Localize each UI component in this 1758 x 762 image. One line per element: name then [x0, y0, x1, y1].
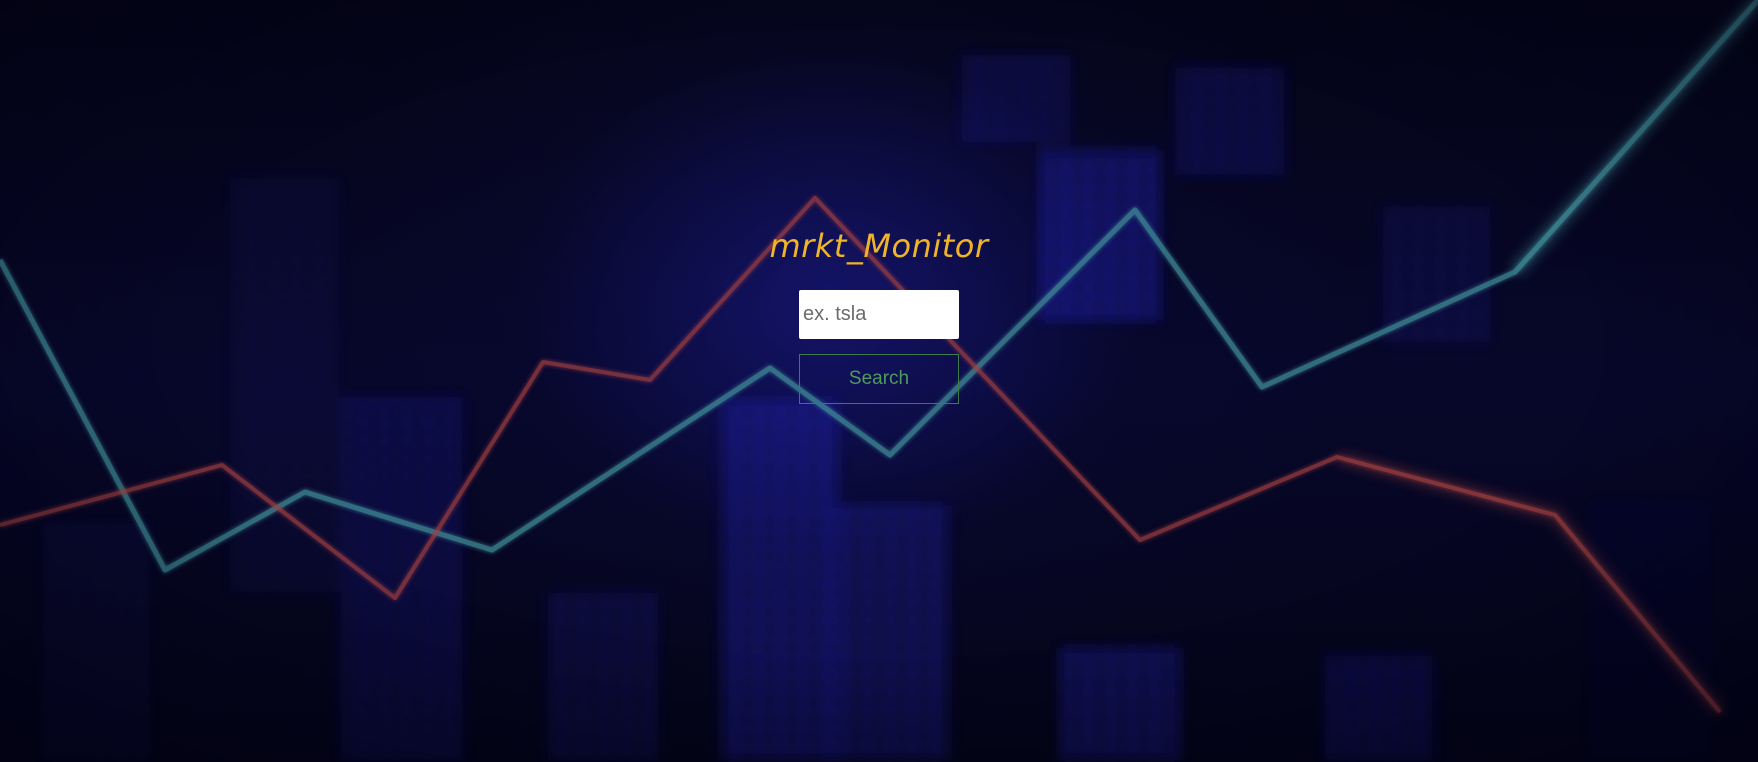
landing-page: mrkt_Monitor Search: [0, 0, 1758, 762]
search-panel: mrkt_Monitor Search: [0, 222, 1758, 404]
ticker-search-input[interactable]: [799, 290, 959, 339]
search-button[interactable]: Search: [799, 354, 959, 404]
app-title: mrkt_Monitor: [769, 227, 989, 265]
